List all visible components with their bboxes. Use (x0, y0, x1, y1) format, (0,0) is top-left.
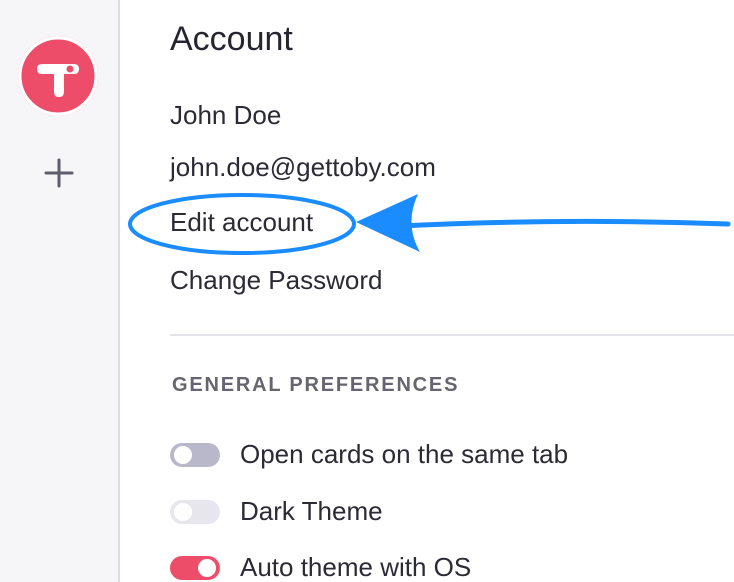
page-title: Account (170, 20, 293, 58)
change-password-link[interactable]: Change Password (170, 265, 382, 296)
preference-label: Dark Theme (240, 496, 383, 526)
preference-label: Open cards on the same tab (240, 439, 569, 469)
open-same-tab-toggle[interactable] (170, 443, 220, 467)
section-divider (170, 334, 734, 336)
logo-glyph (18, 36, 98, 116)
app-window: Account John Doe john.doe@gettoby.com Ed… (0, 0, 734, 582)
preference-row: Dark Theme (170, 496, 730, 527)
preference-row: Auto theme with OS (170, 552, 730, 582)
sidebar-divider (118, 0, 120, 582)
preference-row: Open cards on the same tab (170, 439, 730, 470)
toggle-knob (174, 446, 192, 464)
sidebar-rail (0, 0, 118, 582)
toggle-knob (198, 559, 216, 577)
toggle-knob (174, 503, 192, 521)
section-title: GENERAL PREFERENCES (172, 374, 460, 396)
account-email: john.doe@gettoby.com (170, 152, 436, 182)
account-panel: Account John Doe john.doe@gettoby.com Ed… (170, 0, 734, 582)
auto-theme-toggle[interactable] (170, 556, 220, 580)
toby-logo-icon[interactable] (18, 36, 98, 116)
plus-icon[interactable] (40, 154, 78, 192)
preference-label: Auto theme with OS (240, 552, 472, 582)
account-name: John Doe (170, 100, 282, 130)
edit-account-link[interactable]: Edit account (170, 207, 313, 238)
dark-theme-toggle[interactable] (170, 500, 220, 524)
